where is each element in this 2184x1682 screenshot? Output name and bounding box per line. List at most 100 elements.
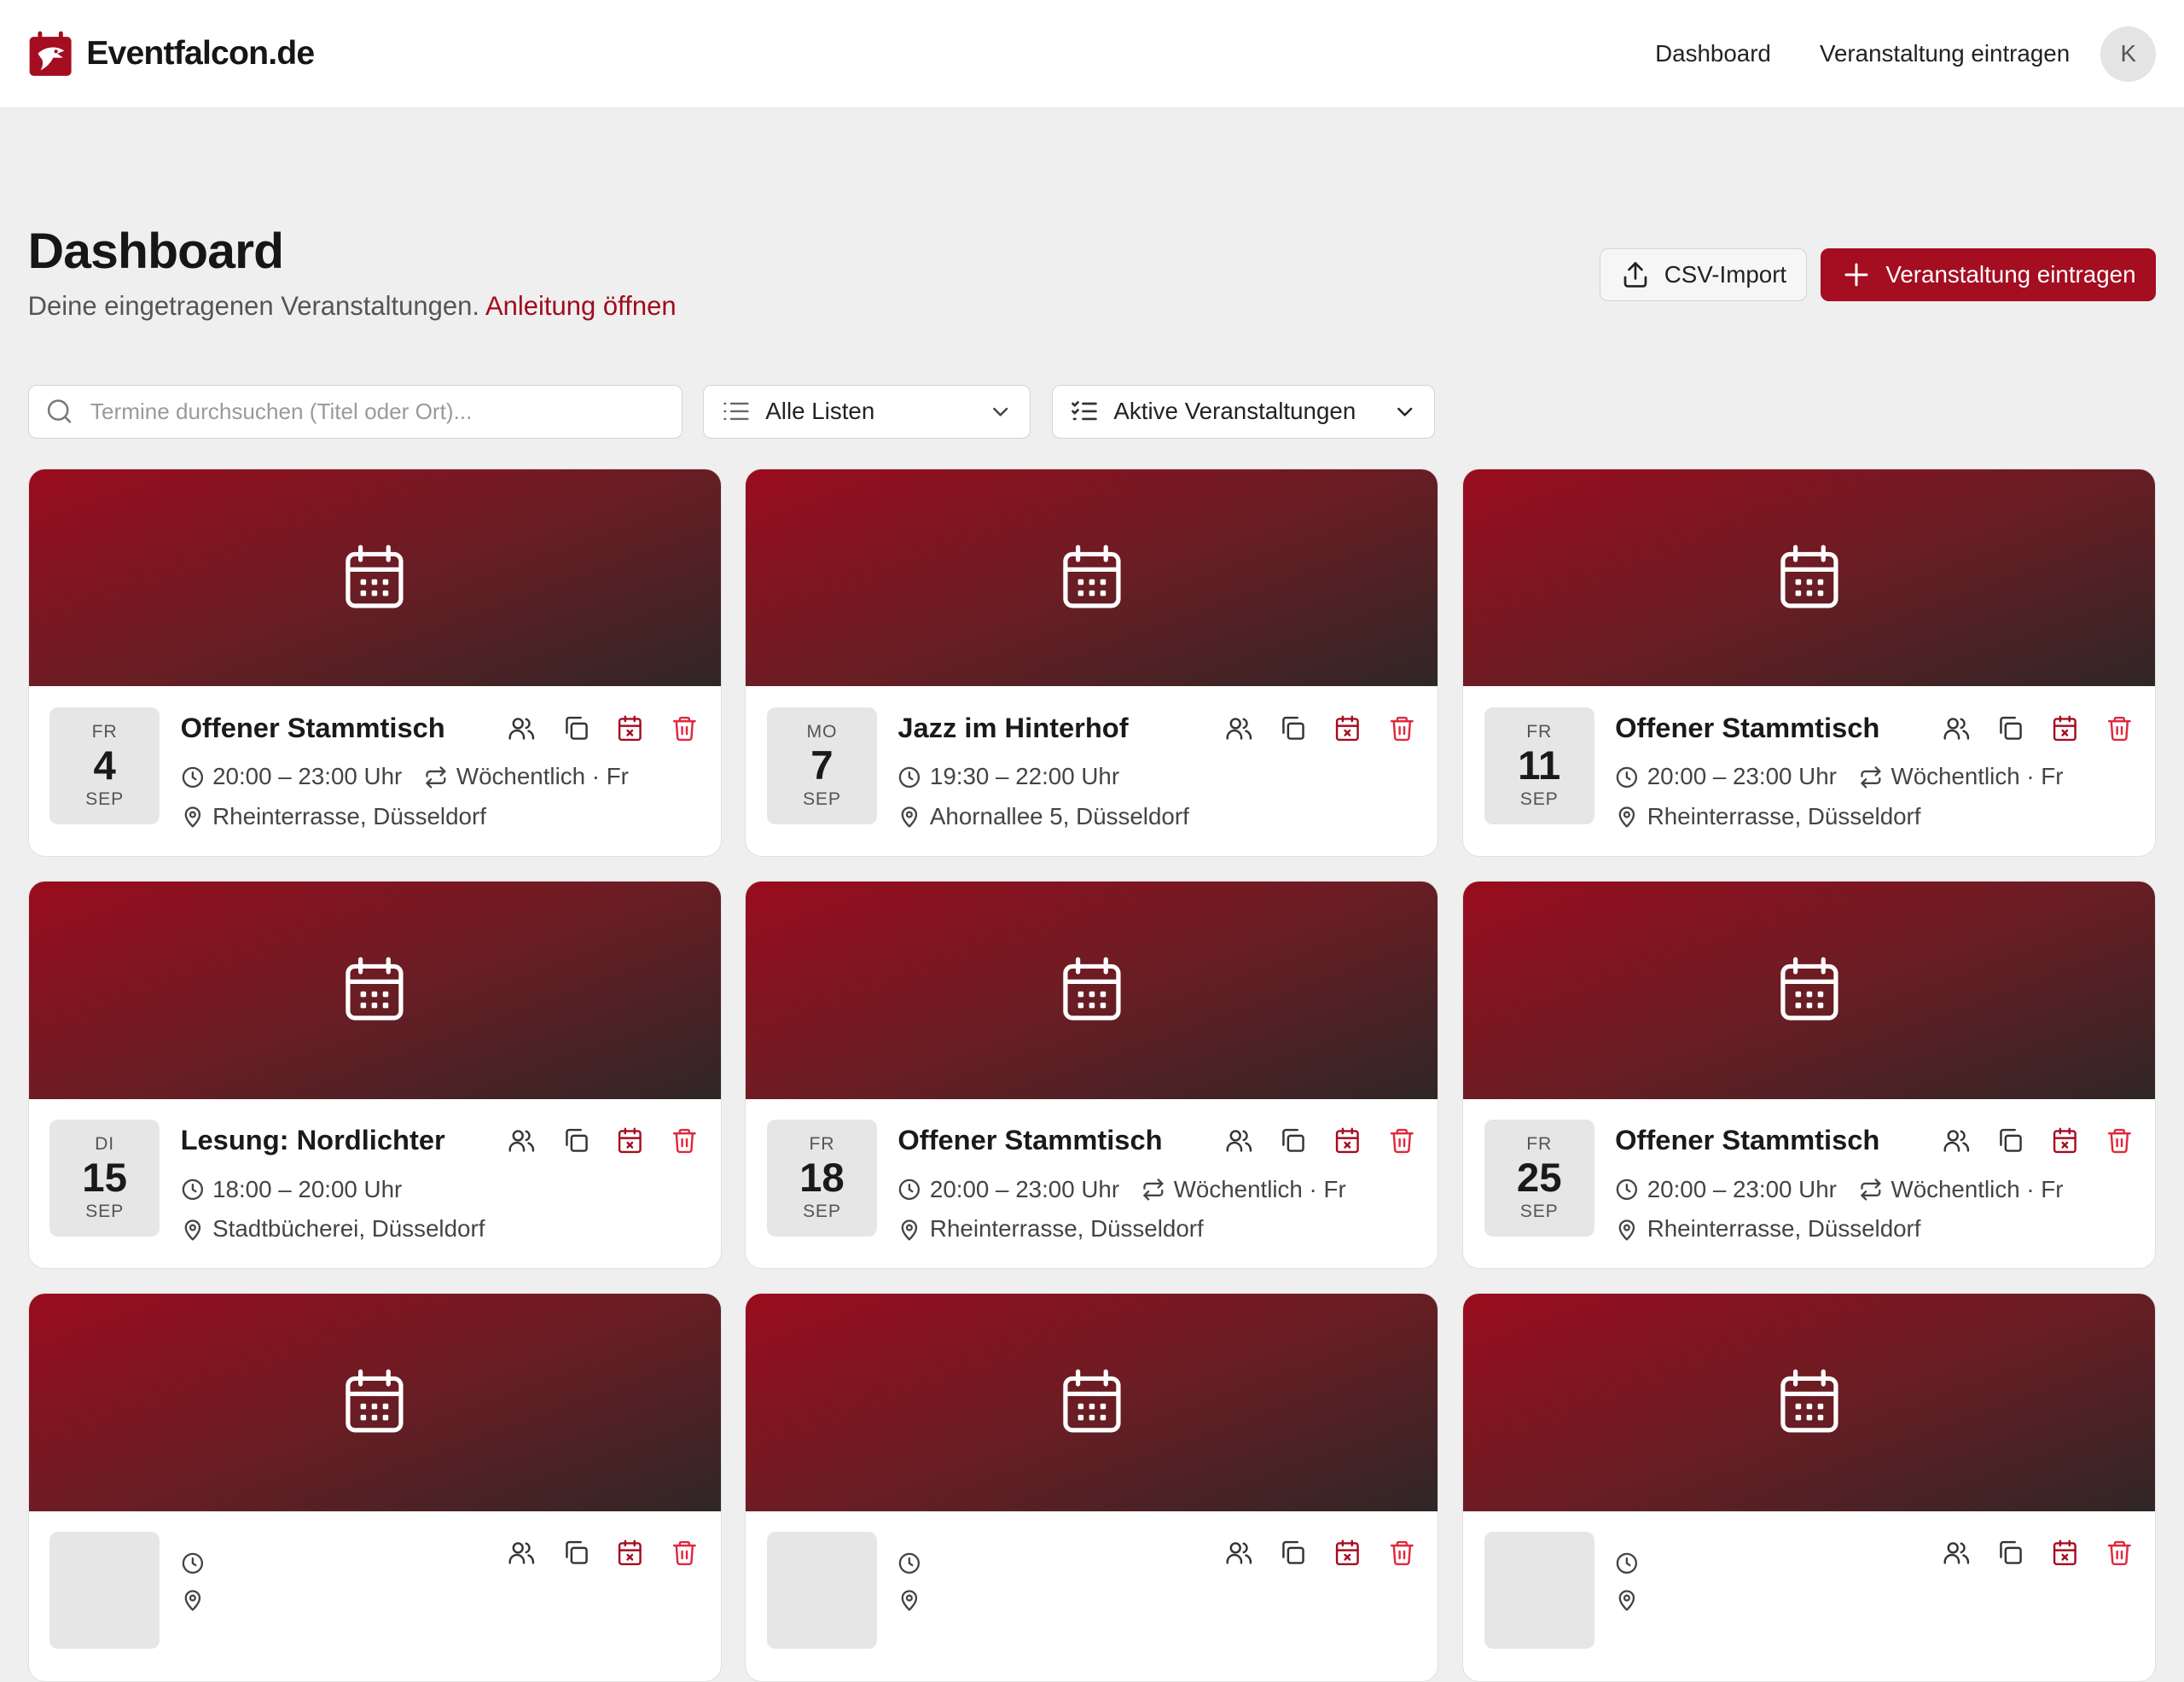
event-card[interactable]: MO 7 SEP Jazz im Hinterhof 19:30 – 22:00…: [745, 468, 1439, 858]
cancel-date-button[interactable]: [616, 1539, 644, 1567]
participants-button[interactable]: [508, 1126, 536, 1155]
user-avatar[interactable]: K: [2100, 26, 2157, 82]
event-card[interactable]: FR 11 SEP Offener Stammtisch 20:00 – 23:…: [1462, 468, 2157, 858]
event-location: Rheinterrasse, Düsseldorf: [212, 803, 486, 830]
event-weekday: FR: [1526, 1133, 1553, 1154]
participants-button[interactable]: [1943, 1539, 1971, 1567]
map-pin-icon: [184, 1589, 200, 1611]
duplicate-button[interactable]: [1996, 714, 2024, 742]
users-icon: [508, 1542, 535, 1565]
event-month: SEP: [802, 789, 841, 810]
delete-button[interactable]: [2106, 714, 2134, 742]
filter-bar: Alle Listen Aktive Veranstaltungen: [27, 384, 1435, 439]
clock-icon: [899, 1552, 921, 1574]
cancel-date-button[interactable]: [616, 1126, 644, 1155]
calendar-icon: [346, 957, 404, 1021]
search-input[interactable]: [87, 397, 665, 427]
status-select[interactable]: Aktive Veranstaltungen: [1051, 384, 1435, 439]
duplicate-button[interactable]: [562, 1126, 590, 1155]
event-time-row: 20:00 – 23:00 Uhr Wöchentlich · Fr: [1615, 763, 2135, 790]
event-date-box: DI 15 SEP: [49, 1119, 160, 1237]
participants-button[interactable]: [1225, 1539, 1253, 1567]
event-card[interactable]: FR 25 SEP Offener Stammtisch 20:00 – 23:…: [1462, 880, 2157, 1270]
event-recurrence-group: Wöchentlich · Fr: [424, 763, 629, 790]
page-header: Dashboard Deine eingetragenen Veranstalt…: [28, 223, 677, 322]
map-pin-icon: [901, 806, 918, 828]
delete-button[interactable]: [1388, 1539, 1416, 1567]
duplicate-button[interactable]: [562, 1539, 590, 1567]
cancel-date-button[interactable]: [616, 714, 644, 742]
calendar-icon: [1780, 957, 1838, 1021]
event-banner: [1463, 1294, 2156, 1511]
participants-button[interactable]: [508, 714, 536, 742]
delete-button[interactable]: [1388, 1126, 1416, 1155]
delete-button[interactable]: [2106, 1126, 2134, 1155]
users-icon: [1943, 1542, 1969, 1565]
delete-button[interactable]: [671, 1126, 699, 1155]
cancel-date-button[interactable]: [2051, 1126, 2079, 1155]
event-card[interactable]: [1462, 1293, 2157, 1682]
event-card[interactable]: FR 4 SEP Offener Stammtisch 20:00 – 23:0…: [27, 468, 722, 858]
nav-dashboard-link[interactable]: Dashboard: [1655, 40, 1771, 67]
duplicate-button[interactable]: [1996, 1126, 2024, 1155]
event-date-box: FR 4 SEP: [49, 707, 160, 824]
search-box[interactable]: [27, 384, 682, 439]
delete-button[interactable]: [1388, 714, 1416, 742]
duplicate-button[interactable]: [1279, 1126, 1307, 1155]
participants-button[interactable]: [508, 1539, 536, 1567]
guide-link[interactable]: Anleitung öffnen: [485, 291, 677, 321]
nav-add-event-link[interactable]: Veranstaltung eintragen: [1820, 40, 2070, 67]
event-location-row: [1615, 1588, 2135, 1612]
cancel-date-button[interactable]: [1333, 1126, 1362, 1155]
event-card[interactable]: [27, 1293, 722, 1682]
calendar-x-icon: [619, 1127, 642, 1154]
cancel-date-button[interactable]: [2051, 1539, 2079, 1567]
participants-button[interactable]: [1225, 1126, 1253, 1155]
clock-icon: [182, 1552, 203, 1574]
event-body: DI 15 SEP Lesung: Nordlichter 18:00 – 20…: [29, 1099, 721, 1264]
event-actions: [1943, 714, 2134, 742]
cancel-date-button[interactable]: [1333, 1539, 1362, 1567]
clock-icon: [182, 1179, 203, 1200]
brand-logo-icon: [29, 32, 72, 77]
users-icon: [1226, 1542, 1252, 1565]
users-icon: [1943, 1130, 1969, 1152]
users-icon: [508, 1130, 535, 1152]
duplicate-button[interactable]: [1279, 714, 1307, 742]
duplicate-button[interactable]: [1996, 1539, 2024, 1567]
trash-icon: [672, 1541, 696, 1566]
event-day: 11: [1518, 742, 1561, 789]
delete-button[interactable]: [671, 714, 699, 742]
event-time: 20:00 – 23:00 Uhr: [929, 1175, 1120, 1202]
event-card[interactable]: FR 18 SEP Offener Stammtisch 20:00 – 23:…: [745, 880, 1439, 1270]
calendar-icon: [346, 544, 404, 608]
participants-button[interactable]: [1943, 714, 1971, 742]
event-weekday: DI: [95, 1133, 115, 1154]
event-recurrence: Wöchentlich · Fr: [456, 763, 629, 790]
lists-select[interactable]: Alle Listen: [703, 384, 1031, 439]
brand[interactable]: Eventfalcon.de: [28, 30, 315, 78]
event-actions: [1225, 1539, 1416, 1567]
cancel-date-button[interactable]: [2051, 714, 2079, 742]
cancel-date-button[interactable]: [1333, 714, 1362, 742]
participants-button[interactable]: [1225, 714, 1253, 742]
event-recurrence: Wöchentlich · Fr: [1891, 763, 2064, 790]
add-event-button[interactable]: Veranstaltung eintragen: [1821, 247, 2157, 301]
duplicate-button[interactable]: [1279, 1539, 1307, 1567]
event-location-row: Rheinterrasse, Düsseldorf: [897, 1215, 1417, 1243]
participants-button[interactable]: [1943, 1126, 1971, 1155]
event-card[interactable]: [745, 1293, 1439, 1682]
duplicate-button[interactable]: [562, 714, 590, 742]
event-card[interactable]: DI 15 SEP Lesung: Nordlichter 18:00 – 20…: [27, 880, 722, 1270]
csv-import-button[interactable]: CSV-Import: [1599, 247, 1807, 301]
event-grid: FR 4 SEP Offener Stammtisch 20:00 – 23:0…: [27, 468, 2157, 1682]
repeat-icon: [1143, 1178, 1164, 1201]
event-date-box: FR 11 SEP: [1484, 707, 1594, 824]
calendar-x-icon: [1335, 1539, 1359, 1566]
event-location-row: [897, 1588, 1417, 1612]
repeat-icon: [1861, 765, 1881, 789]
event-time: 20:00 – 23:00 Uhr: [1647, 1175, 1837, 1202]
delete-button[interactable]: [2106, 1539, 2134, 1567]
copy-icon: [565, 1128, 588, 1152]
delete-button[interactable]: [671, 1539, 699, 1567]
